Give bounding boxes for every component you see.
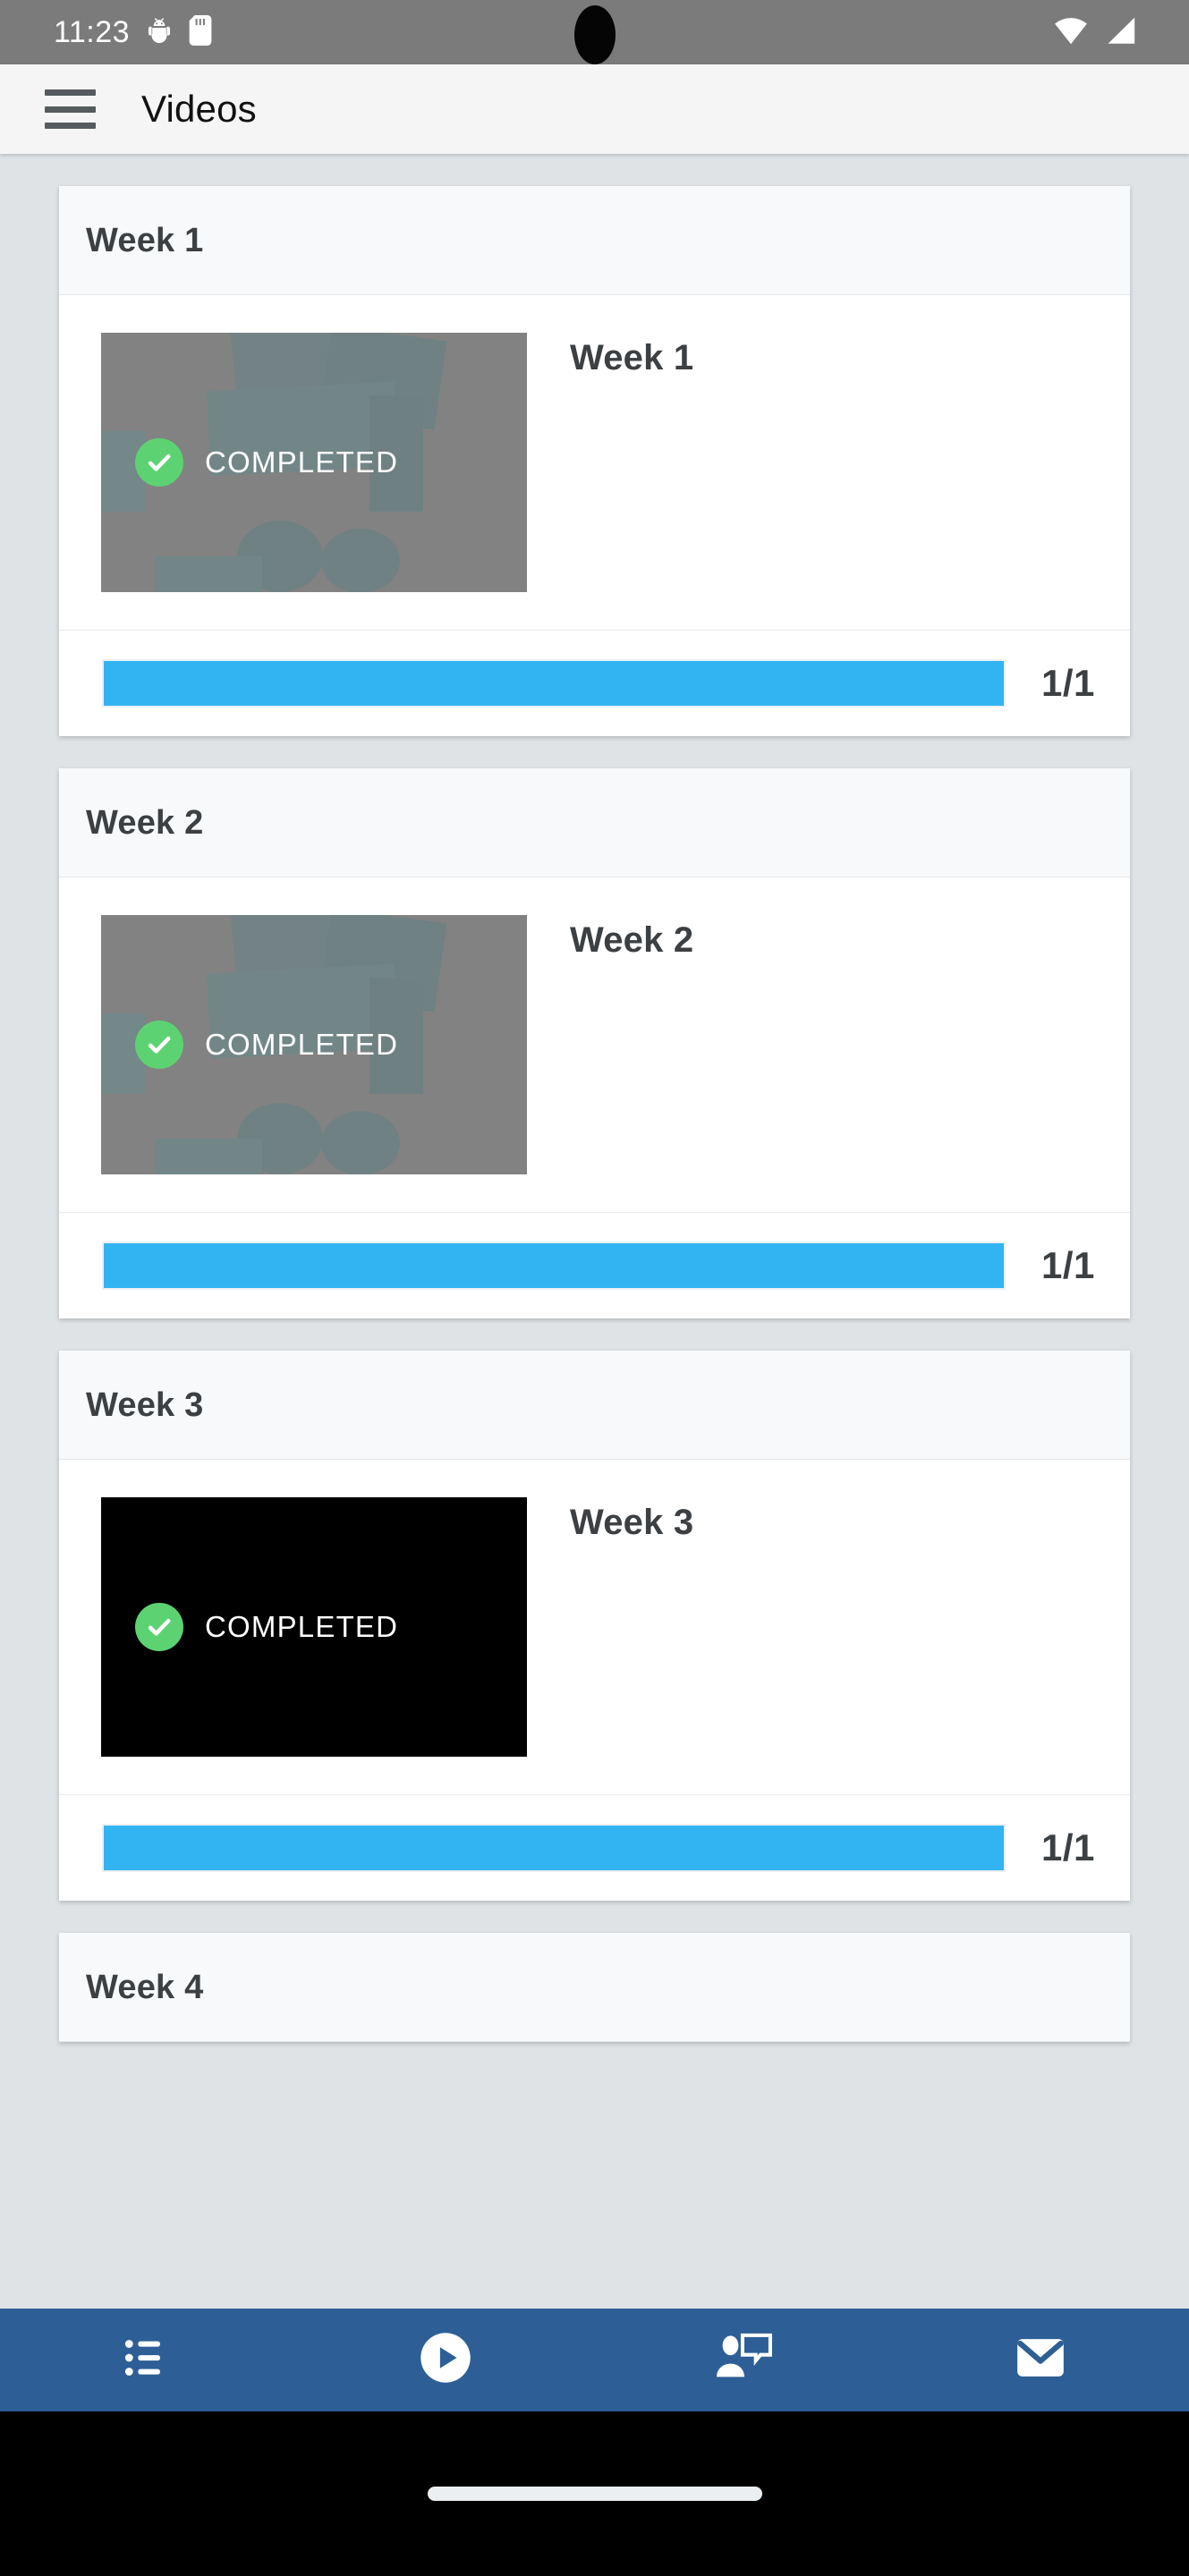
week-card-header: Week 1 — [59, 186, 1130, 295]
status-bar-right-group — [1053, 16, 1137, 49]
nav-item-list[interactable] — [0, 2309, 297, 2411]
status-bar-clock: 11:23 — [54, 15, 131, 49]
check-circle-icon — [135, 438, 183, 487]
hamburger-menu-icon[interactable] — [45, 89, 98, 129]
completed-badge-label: COMPLETED — [205, 1610, 399, 1643]
cellular-signal-icon — [1105, 16, 1137, 49]
completed-badge-label: COMPLETED — [205, 1028, 399, 1061]
android-bug-icon — [144, 15, 174, 50]
video-thumbnail[interactable]: COMPLETED — [101, 915, 527, 1174]
week-card[interactable]: Week 2 COMPLETED Week 2 1/1 — [59, 768, 1130, 1318]
video-row[interactable]: COMPLETED Week 2 — [59, 877, 1130, 1213]
nav-item-forum[interactable] — [595, 2309, 892, 2411]
check-circle-icon — [135, 1603, 183, 1651]
progress-count-label: 1/1 — [1041, 662, 1095, 704]
home-gesture-pill[interactable] — [427, 2487, 762, 2501]
progress-bar-fill — [104, 1826, 1004, 1870]
video-thumbnail[interactable]: COMPLETED — [101, 333, 527, 592]
progress-row: 1/1 — [59, 631, 1130, 736]
completed-badge: COMPLETED — [135, 1603, 398, 1651]
status-bar-left-group: 11:23 — [54, 14, 212, 50]
progress-bar — [102, 659, 1006, 708]
week-card[interactable]: Week 3 COMPLETED Week 3 1/1 — [59, 1351, 1130, 1901]
week-card[interactable]: Week 4 — [59, 1933, 1130, 2042]
system-gesture-bar — [0, 2411, 1189, 2576]
status-bar: 11:23 — [0, 0, 1189, 64]
progress-bar — [102, 1824, 1006, 1872]
week-header-title: Week 1 — [86, 222, 204, 259]
completed-badge: COMPLETED — [135, 1021, 398, 1069]
video-title: Week 3 — [570, 1503, 694, 1542]
week-card-header: Week 3 — [59, 1351, 1130, 1460]
week-card[interactable]: Week 1 COMPLETED Week 1 1/1 — [59, 186, 1130, 736]
video-title: Week 1 — [570, 338, 694, 377]
video-title: Week 2 — [570, 920, 694, 960]
progress-bar-fill — [104, 661, 1004, 706]
week-card-header: Week 2 — [59, 768, 1130, 877]
bottom-navigation-bar — [0, 2309, 1189, 2411]
week-card-header: Week 4 — [59, 1933, 1130, 2042]
sd-card-icon — [189, 14, 212, 50]
progress-bar-fill — [104, 1243, 1004, 1288]
check-circle-icon — [135, 1021, 183, 1069]
play-circle-icon — [417, 2329, 474, 2391]
list-icon — [121, 2330, 176, 2390]
progress-row: 1/1 — [59, 1213, 1130, 1318]
progress-bar — [102, 1241, 1006, 1290]
video-list-scroll-area[interactable]: Week 1 COMPLETED Week 1 1/1 Week 2 COMPL… — [0, 154, 1189, 2353]
envelope-icon — [1013, 2332, 1068, 2388]
page-title: Videos — [141, 88, 257, 130]
camera-notch — [573, 5, 616, 64]
person-message-icon — [714, 2331, 773, 2389]
nav-item-videos[interactable] — [297, 2309, 594, 2411]
hamburger-line — [45, 123, 96, 129]
week-header-title: Week 3 — [86, 1386, 204, 1424]
completed-badge-label: COMPLETED — [205, 445, 399, 479]
video-row[interactable]: COMPLETED Week 1 — [59, 295, 1130, 631]
hamburger-line — [45, 106, 96, 113]
phone-screen: 11:23 Videos Week 1 COMPLETED Week 1 1/1… — [0, 0, 1189, 2576]
wifi-icon — [1053, 16, 1089, 49]
progress-row: 1/1 — [59, 1795, 1130, 1901]
progress-count-label: 1/1 — [1041, 1826, 1095, 1868]
video-row[interactable]: COMPLETED Week 3 — [59, 1460, 1130, 1795]
week-header-title: Week 2 — [86, 804, 204, 842]
video-thumbnail[interactable]: COMPLETED — [101, 1497, 527, 1757]
completed-badge: COMPLETED — [135, 438, 398, 487]
week-header-title: Week 4 — [86, 1969, 204, 2006]
app-bar: Videos — [0, 64, 1189, 154]
hamburger-line — [45, 89, 96, 96]
progress-count-label: 1/1 — [1041, 1244, 1095, 1286]
nav-item-messages[interactable] — [892, 2309, 1189, 2411]
